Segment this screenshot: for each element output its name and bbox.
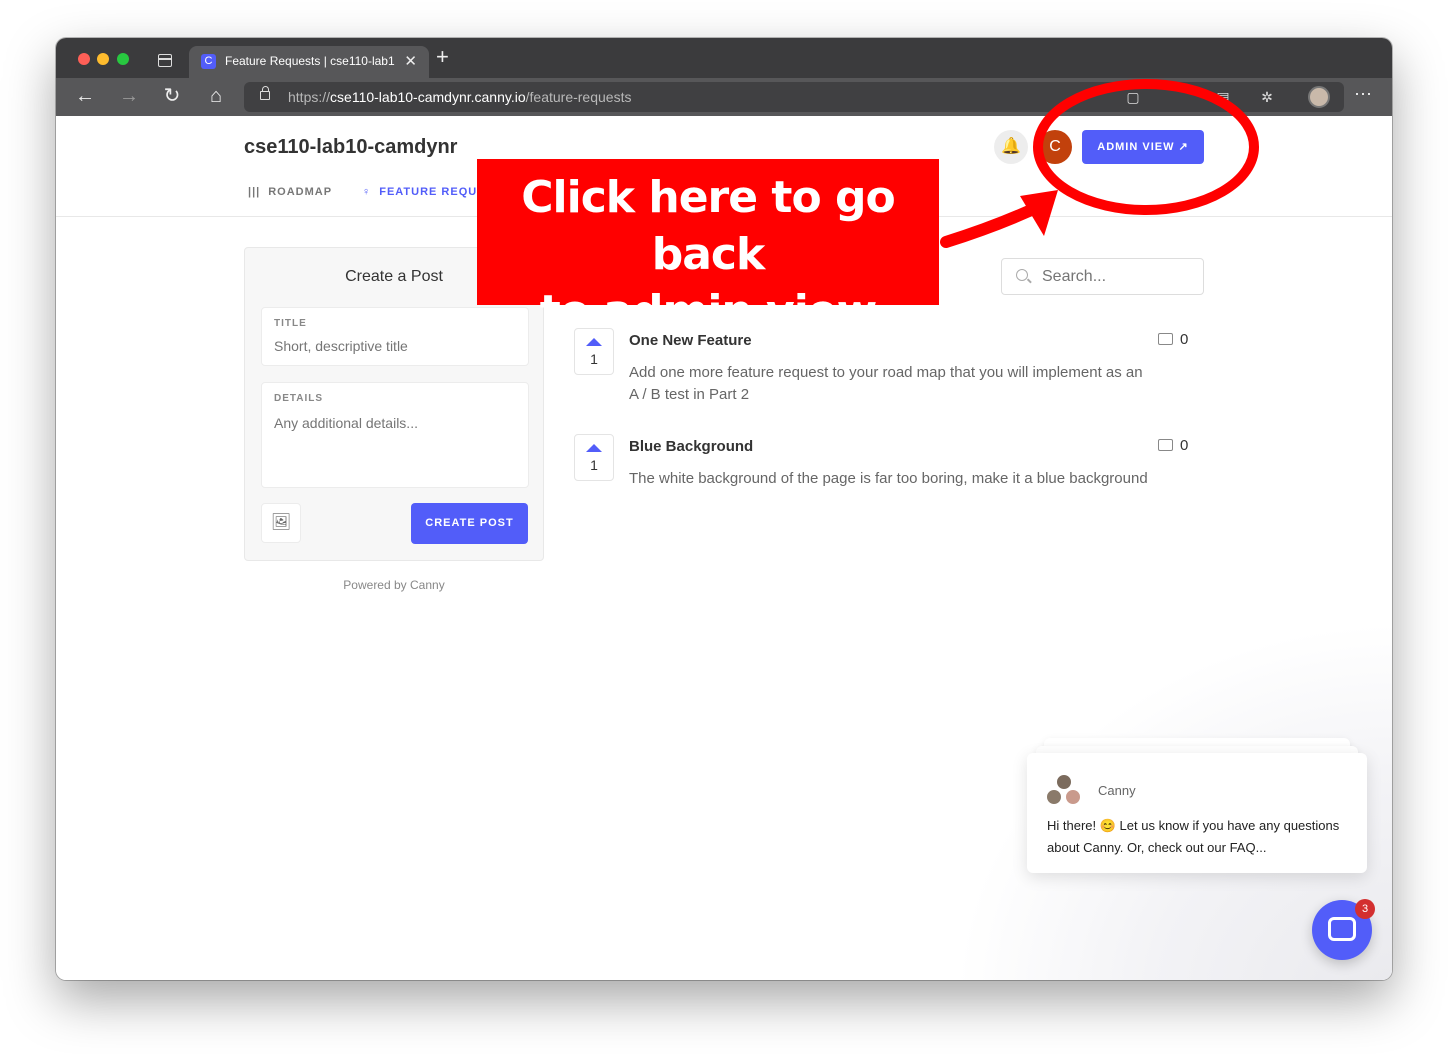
comment-count[interactable]: 0 xyxy=(1158,331,1188,348)
avatar xyxy=(1045,788,1063,806)
vote-count: 1 xyxy=(590,351,598,367)
tab-actions-icon[interactable] xyxy=(158,54,172,67)
search-input[interactable] xyxy=(1042,268,1192,286)
reader-mode-icon[interactable]: ▢ xyxy=(1124,88,1142,106)
post-title[interactable]: Blue Background xyxy=(629,438,753,455)
close-window-button[interactable] xyxy=(78,53,90,65)
image-icon: 🖼 xyxy=(270,514,292,531)
title-field-label: TITLE xyxy=(274,318,307,329)
back-button[interactable]: ← xyxy=(74,85,96,107)
powered-by-canny-link[interactable]: Powered by Canny xyxy=(244,578,544,592)
chat-preview-card[interactable]: Canny Hi there! 😊 Let us know if you hav… xyxy=(1027,753,1367,873)
browser-toolbar: ← → ↻ ⌂ https://cse110-lab10-camdynr.can… xyxy=(56,78,1392,116)
comment-count-value: 0 xyxy=(1180,437,1189,454)
extensions-icon[interactable]: ✲ xyxy=(1258,88,1276,106)
tab-feature-requests[interactable]: ♀ FEATURE REQU xyxy=(362,186,477,198)
comment-icon xyxy=(1158,333,1173,345)
unread-badge: 3 xyxy=(1355,899,1375,919)
tab-title: Feature Requests | cse110-lab10-camdynr xyxy=(225,54,395,68)
user-avatar[interactable]: C xyxy=(1038,130,1072,164)
annotation-line-2: to admin view xyxy=(539,286,878,337)
vote-count: 1 xyxy=(590,457,598,473)
search-icon xyxy=(1016,269,1028,281)
annotation-text: Click here to go back to admin view xyxy=(477,169,939,340)
canny-favicon-icon: C xyxy=(201,54,216,69)
browser-tab[interactable]: C Feature Requests | cse110-lab10-camdyn… xyxy=(189,46,429,78)
reload-button[interactable]: ↻ xyxy=(161,85,183,107)
avatar xyxy=(1064,788,1082,806)
title-bar: C Feature Requests | cse110-lab10-camdyn… xyxy=(56,38,1392,78)
comment-count[interactable]: 0 xyxy=(1158,437,1188,454)
tab-roadmap[interactable]: ||| ROADMAP xyxy=(248,186,332,198)
tab-roadmap-label: ROADMAP xyxy=(268,186,333,198)
comment-count-value: 0 xyxy=(1180,331,1189,348)
board-name[interactable]: cse110-lab10-camdynr xyxy=(244,136,457,159)
post-description: Add one more feature request to your roa… xyxy=(629,364,1143,403)
chat-icon xyxy=(1328,917,1356,941)
post-description: The white background of the page is far … xyxy=(629,470,1148,487)
url-text[interactable]: https://cse110-lab10-camdynr.canny.io/fe… xyxy=(288,89,631,105)
tab-close-icon[interactable]: ✕ xyxy=(404,52,417,70)
forward-button[interactable]: → xyxy=(118,85,140,107)
home-button[interactable]: ⌂ xyxy=(205,85,227,107)
collections-icon[interactable]: ▤ xyxy=(1214,88,1232,106)
maximize-window-button[interactable] xyxy=(117,53,129,65)
details-field-label: DETAILS xyxy=(274,393,324,404)
create-post-button[interactable]: CREATE POST xyxy=(411,503,528,544)
chat-message: Hi there! 😊 Let us know if you have any … xyxy=(1047,818,1340,855)
attach-image-button[interactable]: 🖼 xyxy=(261,503,301,543)
lock-icon[interactable] xyxy=(260,86,270,100)
chat-sender: Canny xyxy=(1098,783,1136,798)
upvote-arrow-icon xyxy=(586,444,602,452)
annotation-callout: Click here to go back to admin view xyxy=(477,159,939,337)
title-input[interactable] xyxy=(274,338,514,354)
details-field[interactable]: DETAILS xyxy=(261,382,529,488)
details-input[interactable] xyxy=(274,415,514,431)
roadmap-icon: ||| xyxy=(248,186,261,198)
annotation-line-1: Click here to go back xyxy=(521,172,895,280)
admin-view-button[interactable]: ADMIN VIEW ↗ xyxy=(1082,130,1204,164)
minimize-window-button[interactable] xyxy=(97,53,109,65)
address-bar[interactable]: https://cse110-lab10-camdynr.canny.io/fe… xyxy=(244,82,1344,112)
upvote-button[interactable]: 1 xyxy=(574,434,614,481)
team-avatars xyxy=(1045,773,1085,809)
new-tab-button[interactable]: + xyxy=(436,46,449,68)
more-menu-icon[interactable]: ⋯ xyxy=(1354,84,1373,105)
lightbulb-icon: ♀ xyxy=(362,186,372,198)
tab-feature-requests-label: FEATURE REQU xyxy=(379,186,478,198)
comment-icon xyxy=(1158,439,1173,451)
profile-avatar[interactable] xyxy=(1308,86,1330,108)
search-box[interactable] xyxy=(1001,258,1204,295)
notifications-bell-icon[interactable]: 🔔 xyxy=(994,130,1028,164)
